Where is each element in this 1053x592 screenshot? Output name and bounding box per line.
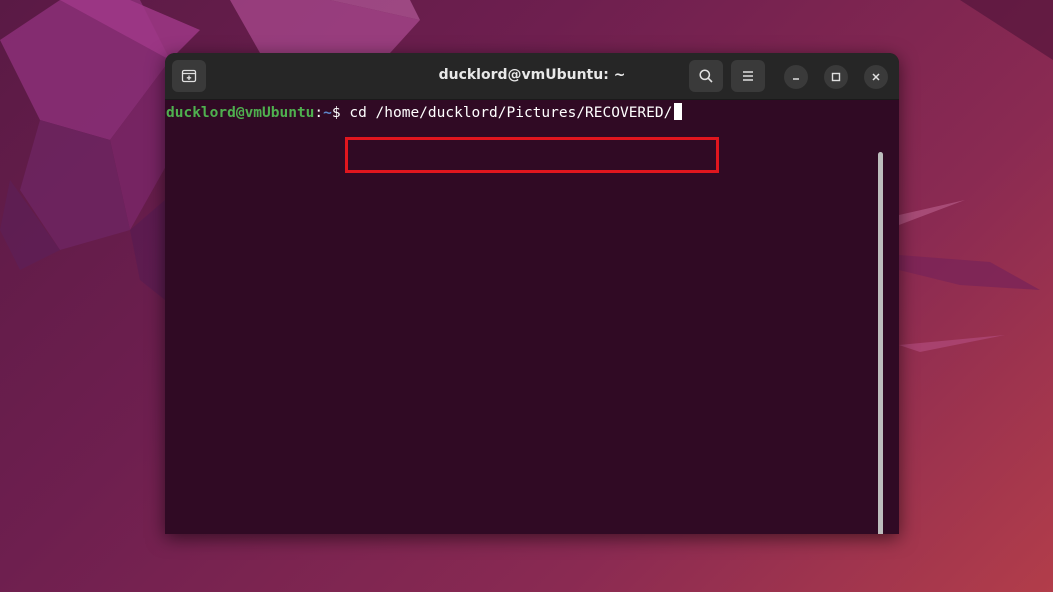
minimize-icon <box>793 78 799 80</box>
close-icon <box>872 73 880 81</box>
command-line[interactable]: ducklord@vmUbuntu:~$ cd /home/ducklord/P… <box>166 103 683 121</box>
terminal-window: ducklord@vmUbuntu: ~ ducklord@vmUbuntu:~… <box>165 53 899 534</box>
command-text: cd /home/ducklord/Pictures/RECOVERED/ <box>349 105 673 121</box>
title-bar[interactable]: ducklord@vmUbuntu: ~ <box>165 53 899 100</box>
hamburger-menu-icon <box>743 71 753 81</box>
prompt-separator: : <box>314 105 324 121</box>
scrollbar[interactable] <box>878 152 883 534</box>
menu-button[interactable] <box>731 60 765 92</box>
search-icon <box>699 69 713 83</box>
prompt-path: ~ <box>323 105 332 121</box>
minimize-button[interactable] <box>784 65 808 89</box>
text-cursor <box>674 103 683 120</box>
maximize-button[interactable] <box>824 65 848 89</box>
command-highlight-box <box>345 137 719 173</box>
terminal-output[interactable]: ducklord@vmUbuntu:~$ cd /home/ducklord/P… <box>165 100 887 534</box>
prompt-user-host: ducklord@vmUbuntu <box>166 105 315 121</box>
prompt-symbol: $ <box>331 105 341 121</box>
maximize-icon <box>831 72 841 82</box>
close-button[interactable] <box>864 65 888 89</box>
search-button[interactable] <box>689 60 723 92</box>
